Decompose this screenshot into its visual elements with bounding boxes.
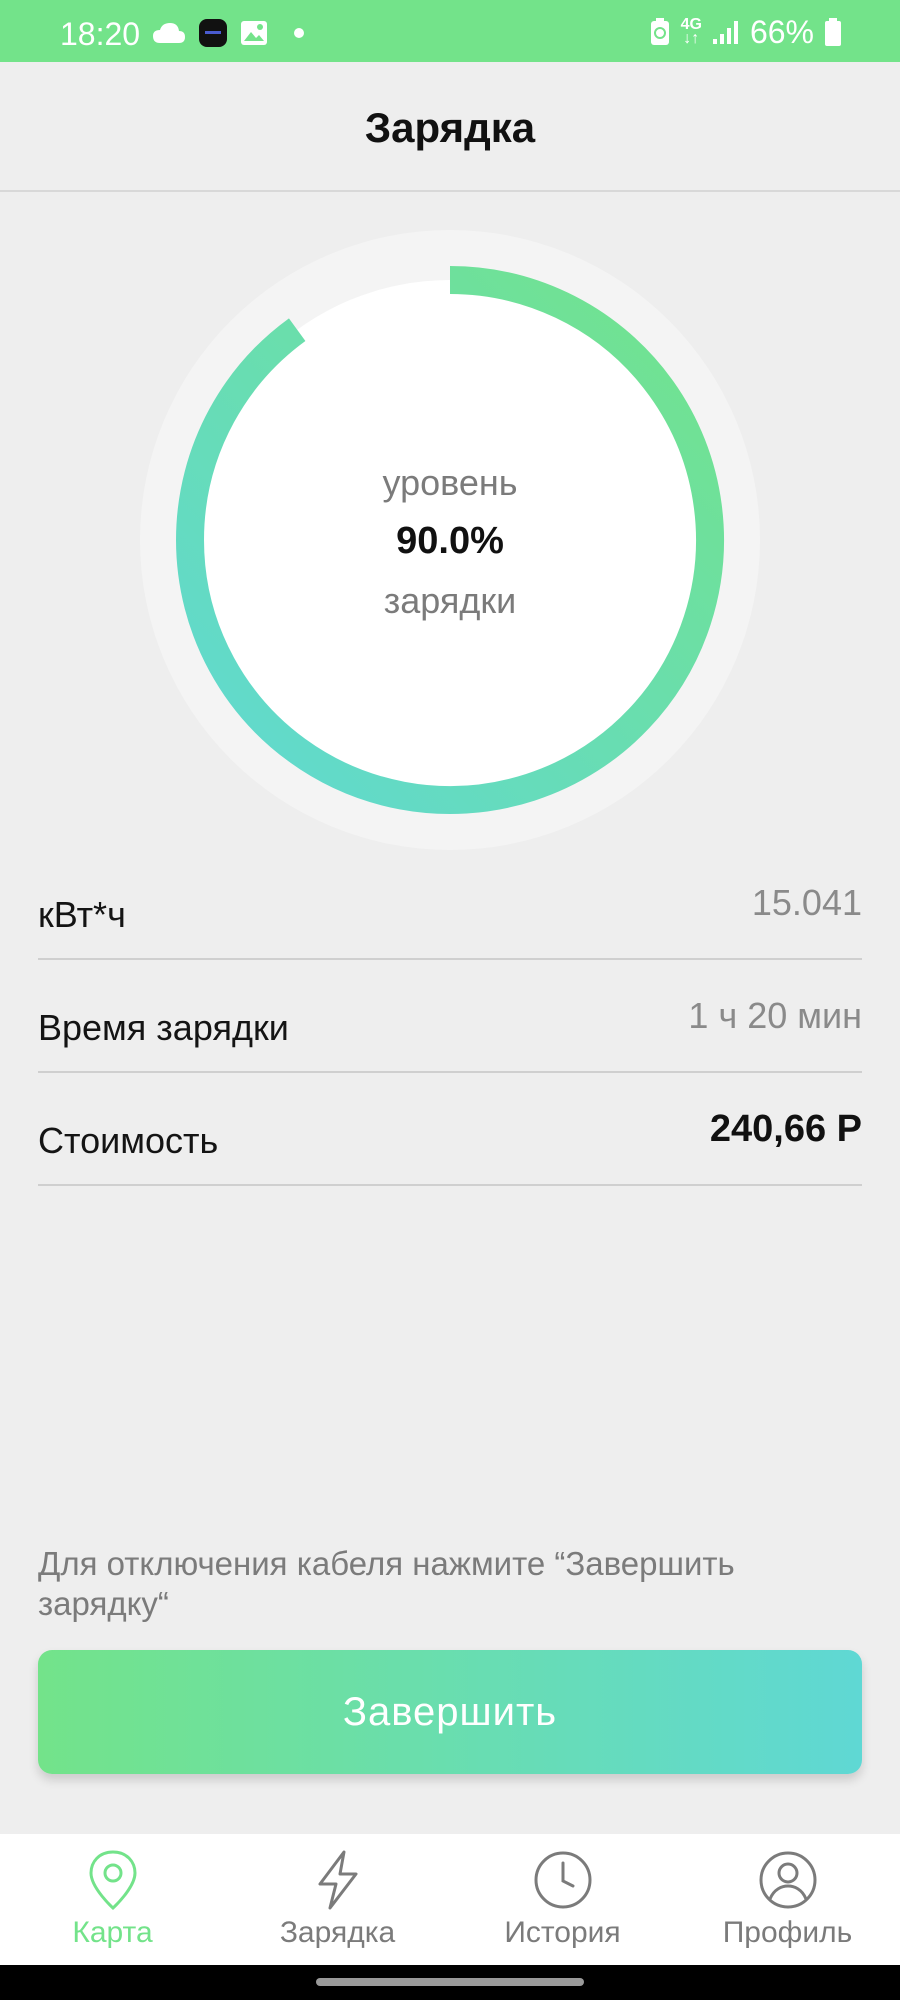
energy-value: 15.041 [751,882,862,923]
nav-item-charging[interactable]: Зарядка [225,1834,450,1965]
image-icon [241,21,267,45]
network-type: 4G [680,16,702,33]
map-pin-icon [88,1850,137,1911]
cost-value: 240,66 Р [709,1108,862,1150]
charge-time-value: 1 ч 20 мин [688,995,862,1036]
nav-label-profile: Профиль [722,1916,853,1949]
finish-charging-button[interactable]: Завершить [38,1650,862,1774]
battery-percent: 66% [749,13,814,50]
charge-time-label: Время зарядки [38,1007,289,1048]
status-time: 18:20 [60,16,141,52]
gauge-label-top: уровень [382,462,518,503]
nav-label-map: Карта [72,1916,153,1949]
network-4g-icon: 4G ↓↑ [680,16,702,47]
unplug-hint: Для отключения кабеля нажмите “Завершить… [38,1545,735,1622]
row-energy: кВт*ч 15.041 [38,848,862,960]
clock-icon [534,1851,591,1909]
cost-label: Стоимость [38,1120,219,1161]
status-icons-right: 4G ↓↑ 66% [649,14,842,50]
row-cost: Стоимость 240,66 Р [38,1074,862,1186]
status-bar: 18:20 4G ↓↑ 66% [0,0,900,62]
row-charge-time: Время зарядки 1 ч 20 мин [38,961,862,1073]
gesture-bar[interactable] [316,1978,584,1986]
dot-icon [294,28,304,38]
gauge-label-bottom: зарядки [383,580,517,621]
signal-icon [712,21,738,44]
bottom-nav: Карта Зарядка История Профиль [0,1834,900,1965]
charge-level-value: 90.0% [396,520,504,562]
screen: 18:20 4G ↓↑ 66% Зарядка уровень 90.0% за… [0,0,900,1965]
nav-item-map[interactable]: Карта [0,1834,225,1965]
nav-item-history[interactable]: История [450,1834,675,1965]
status-icons-left [152,18,304,48]
cloud-icon [153,23,185,43]
user-icon [759,1851,816,1909]
battery-icon [825,18,841,46]
app-icon [199,19,227,47]
nav-label-charging: Зарядка [279,1916,396,1949]
nav-label-history: История [504,1916,621,1949]
energy-label: кВт*ч [38,894,126,935]
page-title: Зарядка [364,104,536,151]
nav-item-profile[interactable]: Профиль [675,1834,900,1965]
battery-saver-icon [650,18,669,45]
header: Зарядка [0,62,900,192]
lightning-icon [318,1850,357,1910]
gauge-text: уровень 90.0% зарядки [140,230,760,850]
